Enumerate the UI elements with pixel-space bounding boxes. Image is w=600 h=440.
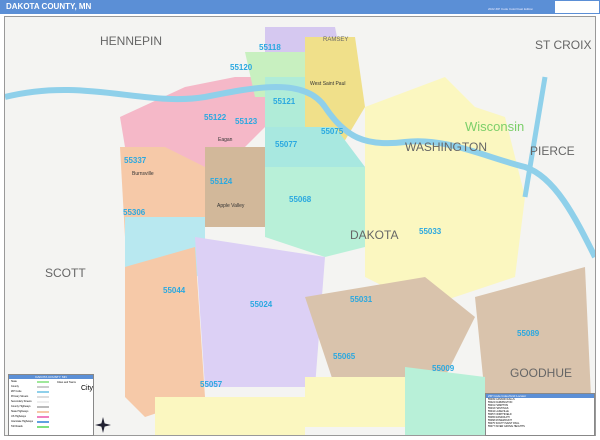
zip-label: 55124 — [210, 177, 233, 186]
zip-label: 55120 — [230, 63, 253, 72]
city-label: West Saint Paul — [310, 81, 345, 87]
zip-label: 55031 — [350, 295, 373, 304]
zip-label: 55306 — [123, 208, 146, 217]
zip-label: 55075 — [321, 127, 344, 136]
county-label-dakota: DAKOTA — [350, 228, 398, 242]
zip-area-55057 — [155, 397, 305, 435]
zip-index: ZIP Code Index/Grid Locator 55009 CANNON… — [485, 393, 595, 436]
zip-label: 55044 — [163, 286, 186, 295]
legend-cities-title: Cities and Towns — [57, 381, 76, 384]
county-label-washington: WASHINGTON — [405, 140, 487, 154]
county-label-pierce: PIERCE — [530, 144, 575, 158]
zip-label: 55123 — [235, 117, 258, 126]
city-label: Eagan — [218, 137, 233, 143]
zip-label: 55089 — [517, 329, 540, 338]
map-canvas[interactable]: HENNEPIN RAMSEY ST CROIX WASHINGTON PIER… — [4, 16, 598, 436]
zip-area-55009 — [405, 367, 485, 435]
map-title: DAKOTA COUNTY, MN — [6, 2, 92, 11]
zip-label: 55121 — [273, 97, 296, 106]
zip-label: 55337 — [124, 156, 147, 165]
county-label-hennepin: HENNEPIN — [100, 34, 162, 48]
zip-area-55024 — [195, 237, 325, 387]
county-label-scott: SCOTT — [45, 266, 86, 280]
map-svg: HENNEPIN RAMSEY ST CROIX WASHINGTON PIER… — [4, 17, 598, 435]
zip-label: 55068 — [289, 195, 312, 204]
map-legend: DAKOTA COUNTY, MN State County ZIP Code … — [8, 374, 94, 436]
zip-area-55044 — [125, 247, 205, 417]
zip-label: 55057 — [200, 380, 223, 389]
title-bar: DAKOTA COUNTY, MN 2022 ZIP Code Color/Ca… — [0, 0, 600, 14]
county-label-st-croix: ST CROIX — [535, 38, 591, 52]
zip-label: 55009 — [432, 364, 455, 373]
zip-area-55124 — [205, 147, 265, 227]
publisher-logo — [555, 1, 599, 13]
zip-label: 55122 — [204, 113, 227, 122]
zip-label: 55033 — [419, 227, 442, 236]
zip-label: 55077 — [275, 140, 298, 149]
county-label-ramsey: RAMSEY — [323, 37, 348, 43]
zip-area-55065 — [305, 377, 405, 427]
zip-label: 55065 — [333, 352, 356, 361]
zip-label: 55024 — [250, 300, 273, 309]
county-label-goodhue: GOODHUE — [510, 366, 572, 380]
zip-label: 55118 — [259, 43, 281, 52]
map-subtitle: 2022 ZIP Code Color/Cast Edition — [488, 7, 534, 11]
city-label: Apple Valley — [217, 203, 245, 209]
state-label-wisconsin: Wisconsin — [465, 119, 524, 134]
legend-city-sample: City — [81, 385, 94, 392]
legend-item: Toll Roads — [9, 424, 51, 429]
city-label: Burnsville — [132, 171, 154, 177]
zip-index-row: 55077 INVER GROVE HEIGHTS — [488, 425, 525, 428]
